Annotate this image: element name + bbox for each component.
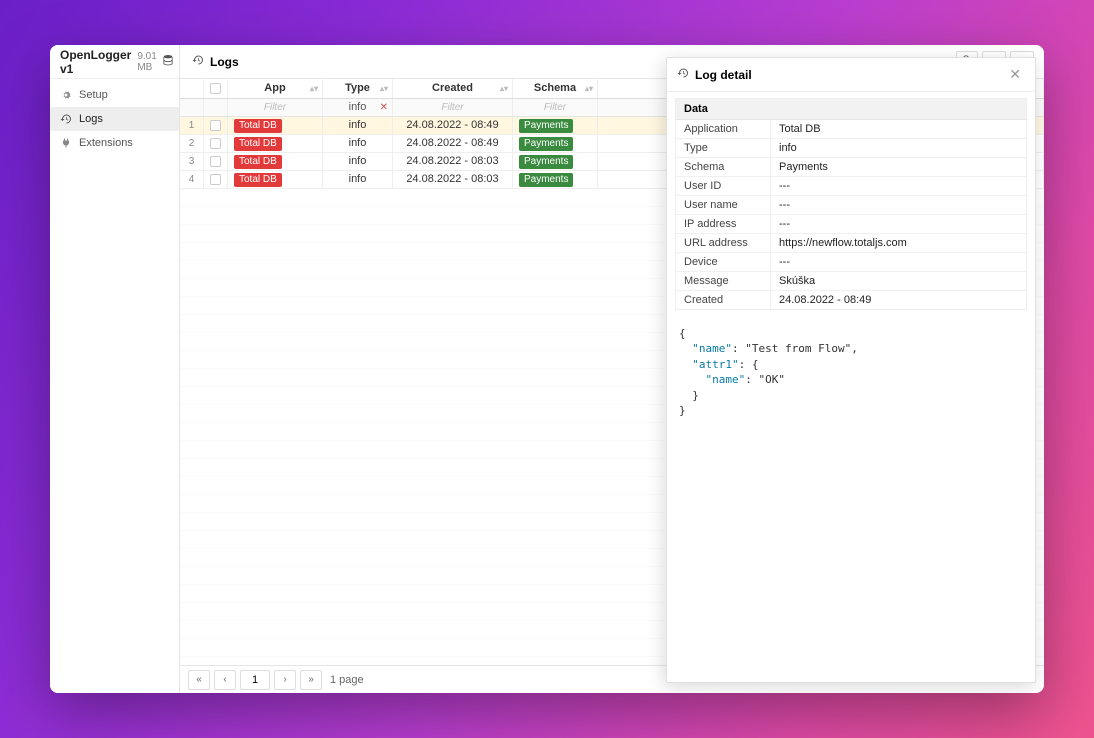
col-header-created[interactable]: Created▴▾ (393, 79, 513, 98)
sidebar-item-logs[interactable]: Logs (50, 107, 179, 131)
db-size-badge: 9.01 MB (137, 51, 156, 73)
detail-field-key: Message (676, 272, 771, 290)
col-index (180, 79, 204, 98)
sidebar-item-label: Setup (79, 89, 108, 101)
pager-page-text: 1 page (330, 674, 364, 686)
json-payload: { "name": "Test from Flow", "attr1": { "… (667, 316, 1035, 682)
filter-created[interactable]: Filter (393, 99, 513, 116)
database-icon (163, 54, 173, 69)
sidebar-item-extensions[interactable]: Extensions (50, 131, 179, 155)
detail-field-row: ApplicationTotal DB (676, 120, 1026, 139)
detail-field-value: https://newflow.totaljs.com (771, 234, 1026, 252)
app-badge: Total DB (234, 173, 282, 187)
schema-badge: Payments (519, 137, 573, 151)
schema-badge: Payments (519, 119, 573, 133)
page-title: Logs (210, 55, 239, 69)
checkbox-icon (210, 120, 221, 131)
col-header-schema[interactable]: Schema▴▾ (513, 79, 598, 98)
sidebar-header: OpenLogger v1 9.01 MB (50, 45, 179, 79)
detail-header: Log detail ✕ (667, 58, 1035, 92)
row-checkbox[interactable] (204, 171, 228, 188)
detail-field-value: info (771, 139, 1026, 157)
detail-field-value: --- (771, 196, 1026, 214)
detail-field-key: Created (676, 291, 771, 309)
app-window: OpenLogger v1 9.01 MB Setup Logs (50, 45, 1044, 693)
row-checkbox[interactable] (204, 117, 228, 134)
close-icon[interactable]: ✕ (1005, 66, 1025, 83)
detail-field-row: Device--- (676, 253, 1026, 272)
sort-icon: ▴▾ (585, 85, 593, 93)
schema-badge: Payments (519, 155, 573, 169)
plug-icon (60, 137, 72, 149)
history-icon (60, 113, 72, 125)
detail-field-value: --- (771, 215, 1026, 233)
schema-badge: Payments (519, 173, 573, 187)
sidebar: OpenLogger v1 9.01 MB Setup Logs (50, 45, 180, 693)
gear-icon (60, 89, 72, 101)
sort-icon: ▴▾ (500, 85, 508, 93)
detail-field-row: Created24.08.2022 - 08:49 (676, 291, 1026, 309)
detail-field-row: Typeinfo (676, 139, 1026, 158)
detail-data-table: Data ApplicationTotal DBTypeinfoSchemaPa… (675, 98, 1027, 310)
filter-app[interactable]: Filter (228, 99, 323, 116)
checkbox-icon (210, 83, 221, 94)
detail-field-value: Skúška (771, 272, 1026, 290)
detail-title: Log detail (695, 68, 752, 82)
app-badge: Total DB (234, 155, 282, 169)
pager-last[interactable]: » (300, 670, 322, 690)
row-checkbox[interactable] (204, 135, 228, 152)
checkbox-icon (210, 174, 221, 185)
detail-field-value: --- (771, 253, 1026, 271)
col-checkbox-header[interactable] (204, 79, 228, 98)
detail-data-label: Data (676, 99, 1026, 120)
detail-field-value: Payments (771, 158, 1026, 176)
app-title: OpenLogger v1 (60, 48, 131, 76)
detail-field-row: URL addresshttps://newflow.totaljs.com (676, 234, 1026, 253)
col-header-app[interactable]: App▴▾ (228, 79, 323, 98)
sort-icon: ▴▾ (310, 85, 318, 93)
app-badge: Total DB (234, 137, 282, 151)
pager-first[interactable]: « (188, 670, 210, 690)
detail-field-key: IP address (676, 215, 771, 233)
detail-field-key: Application (676, 120, 771, 138)
detail-field-value: Total DB (771, 120, 1026, 138)
detail-field-row: User name--- (676, 196, 1026, 215)
sort-icon: ▴▾ (380, 85, 388, 93)
history-icon (677, 67, 689, 82)
checkbox-icon (210, 156, 221, 167)
detail-field-key: URL address (676, 234, 771, 252)
clear-filter-icon[interactable]: ✕ (380, 99, 388, 116)
filter-type[interactable]: info ✕ (323, 99, 393, 116)
detail-field-value: --- (771, 177, 1026, 195)
row-checkbox[interactable] (204, 153, 228, 170)
log-detail-panel: Log detail ✕ Data ApplicationTotal DBTyp… (666, 57, 1036, 683)
history-icon (192, 54, 204, 69)
app-badge: Total DB (234, 119, 282, 133)
detail-field-key: User ID (676, 177, 771, 195)
detail-field-row: SchemaPayments (676, 158, 1026, 177)
detail-field-row: User ID--- (676, 177, 1026, 196)
detail-field-key: Type (676, 139, 771, 157)
col-header-type[interactable]: Type▴▾ (323, 79, 393, 98)
sidebar-item-setup[interactable]: Setup (50, 83, 179, 107)
sidebar-item-label: Extensions (79, 137, 133, 149)
detail-field-value: 24.08.2022 - 08:49 (771, 291, 1026, 309)
sidebar-item-label: Logs (79, 113, 103, 125)
sidebar-nav: Setup Logs Extensions (50, 79, 179, 159)
pager-prev[interactable]: ‹ (214, 670, 236, 690)
pager-page-input[interactable] (240, 670, 270, 690)
detail-field-key: Schema (676, 158, 771, 176)
checkbox-icon (210, 138, 221, 149)
detail-field-row: MessageSkúška (676, 272, 1026, 291)
filter-schema[interactable]: Filter (513, 99, 598, 116)
detail-field-key: User name (676, 196, 771, 214)
detail-field-row: IP address--- (676, 215, 1026, 234)
pager-next[interactable]: › (274, 670, 296, 690)
detail-field-key: Device (676, 253, 771, 271)
